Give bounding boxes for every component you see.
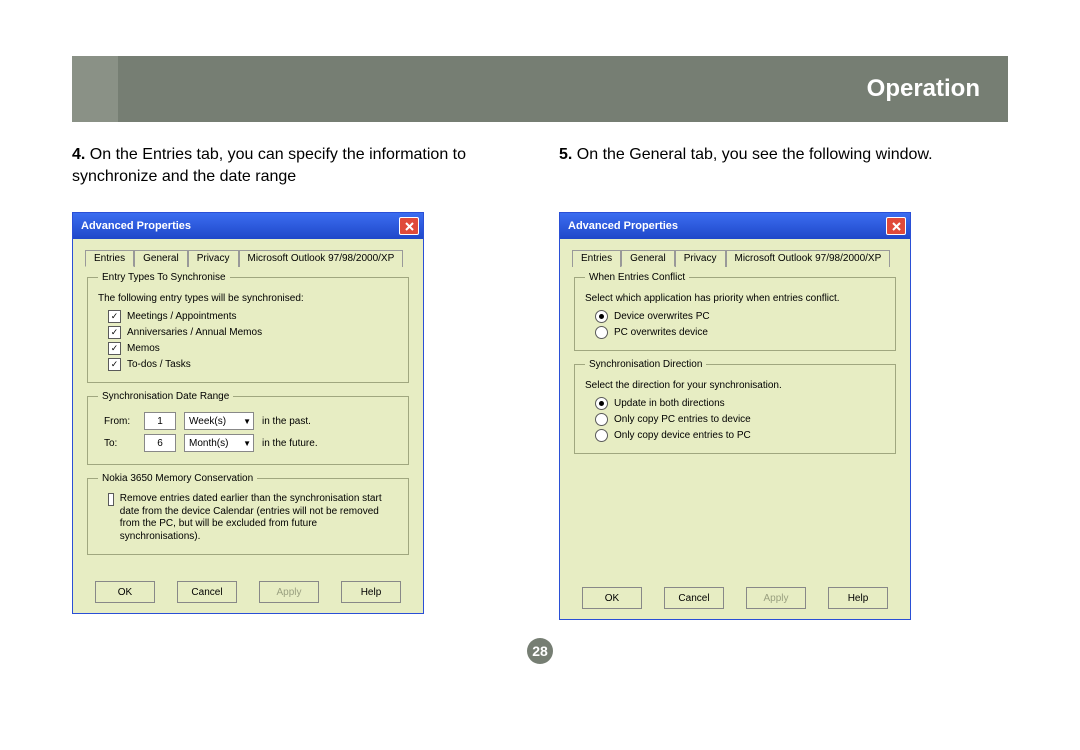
tab-general[interactable]: General	[621, 250, 675, 267]
from-label: From:	[104, 416, 136, 427]
ok-button[interactable]: OK	[582, 587, 642, 609]
label-todos: To-dos / Tasks	[127, 359, 191, 370]
page-title: Operation	[118, 56, 1008, 122]
group-entry-types: Entry Types To Synchronise The following…	[87, 272, 409, 383]
header-accent	[72, 56, 118, 122]
tab-privacy[interactable]: Privacy	[675, 250, 726, 267]
tabs-entries: Entries General Privacy Microsoft Outloo…	[85, 249, 411, 266]
radio-only-device-to-pc[interactable]	[595, 429, 608, 442]
step-4-body: On the Entries tab, you can specify the …	[72, 146, 466, 185]
tab-entries[interactable]: Entries	[572, 250, 621, 267]
dialog-general: Advanced Properties Entries General Priv…	[559, 212, 911, 620]
group-date-range-legend: Synchronisation Date Range	[98, 391, 233, 402]
to-value-spinner[interactable]: 6	[144, 434, 176, 452]
radio-pc-overwrites[interactable]	[595, 326, 608, 339]
to-label: To:	[104, 438, 136, 449]
step-5-text: 5. On the General tab, you see the follo…	[559, 144, 1008, 192]
dialog-general-titlebar: Advanced Properties	[560, 213, 910, 239]
checkbox-remove-old[interactable]	[108, 493, 114, 506]
group-conflict-intro: Select which application has priority wh…	[585, 293, 885, 304]
close-icon[interactable]	[886, 217, 906, 235]
label-remove-old: Remove entries dated earlier than the sy…	[120, 493, 398, 543]
checkbox-todos[interactable]: ✓	[108, 358, 121, 371]
tabs-general: Entries General Privacy Microsoft Outloo…	[572, 249, 898, 266]
tab-entries[interactable]: Entries	[85, 250, 134, 267]
tab-outlook[interactable]: Microsoft Outlook 97/98/2000/XP	[239, 250, 404, 267]
group-entry-types-legend: Entry Types To Synchronise	[98, 272, 230, 283]
to-unit-select[interactable]: Month(s)▼	[184, 434, 254, 452]
checkbox-anniversaries[interactable]: ✓	[108, 326, 121, 339]
group-conflict: When Entries Conflict Select which appli…	[574, 272, 896, 351]
from-suffix: in the past.	[262, 416, 311, 427]
close-icon[interactable]	[399, 217, 419, 235]
chevron-down-icon: ▼	[243, 417, 251, 426]
dialog-entries-buttons: OK Cancel Apply Help	[73, 573, 423, 613]
label-only-pc-to-device: Only copy PC entries to device	[614, 414, 751, 425]
dialog-general-title: Advanced Properties	[568, 220, 678, 232]
from-unit-select[interactable]: Week(s)▼	[184, 412, 254, 430]
label-meetings: Meetings / Appointments	[127, 311, 237, 322]
checkbox-meetings[interactable]: ✓	[108, 310, 121, 323]
chevron-down-icon: ▼	[243, 439, 251, 448]
apply-button[interactable]: Apply	[259, 581, 319, 603]
header-bar: Operation	[72, 56, 1008, 122]
label-both-directions: Update in both directions	[614, 398, 725, 409]
dialog-entries-title: Advanced Properties	[81, 220, 191, 232]
group-memory-legend: Nokia 3650 Memory Conservation	[98, 473, 257, 484]
to-suffix: in the future.	[262, 438, 318, 449]
from-value-spinner[interactable]: 1	[144, 412, 176, 430]
tab-outlook[interactable]: Microsoft Outlook 97/98/2000/XP	[726, 250, 891, 267]
label-memos: Memos	[127, 343, 160, 354]
group-entry-types-intro: The following entry types will be synchr…	[98, 293, 398, 304]
step-4-text: 4. On the Entries tab, you can specify t…	[72, 144, 521, 192]
group-date-range: Synchronisation Date Range From: 1 Week(…	[87, 391, 409, 465]
help-button[interactable]: Help	[341, 581, 401, 603]
label-anniversaries: Anniversaries / Annual Memos	[127, 327, 262, 338]
tab-general[interactable]: General	[134, 250, 188, 267]
group-sync-direction-legend: Synchronisation Direction	[585, 359, 706, 370]
group-conflict-legend: When Entries Conflict	[585, 272, 689, 283]
dialog-entries-titlebar: Advanced Properties	[73, 213, 423, 239]
tab-privacy[interactable]: Privacy	[188, 250, 239, 267]
dialog-general-buttons: OK Cancel Apply Help	[560, 579, 910, 619]
checkbox-memos[interactable]: ✓	[108, 342, 121, 355]
group-sync-direction-intro: Select the direction for your synchronis…	[585, 380, 885, 391]
cancel-button[interactable]: Cancel	[177, 581, 237, 603]
radio-both-directions[interactable]	[595, 397, 608, 410]
radio-only-pc-to-device[interactable]	[595, 413, 608, 426]
ok-button[interactable]: OK	[95, 581, 155, 603]
label-pc-overwrites: PC overwrites device	[614, 327, 708, 338]
radio-device-overwrites[interactable]	[595, 310, 608, 323]
group-sync-direction: Synchronisation Direction Select the dir…	[574, 359, 896, 454]
label-device-overwrites: Device overwrites PC	[614, 311, 710, 322]
cancel-button[interactable]: Cancel	[664, 587, 724, 609]
step-5-num: 5.	[559, 146, 572, 163]
dialog-entries: Advanced Properties Entries General Priv…	[72, 212, 424, 614]
group-memory-conservation: Nokia 3650 Memory Conservation Remove en…	[87, 473, 409, 555]
step-4-num: 4.	[72, 146, 85, 163]
label-only-device-to-pc: Only copy device entries to PC	[614, 430, 751, 441]
step-5-body: On the General tab, you see the followin…	[577, 146, 933, 163]
apply-button[interactable]: Apply	[746, 587, 806, 609]
page-number: 28	[527, 638, 553, 664]
help-button[interactable]: Help	[828, 587, 888, 609]
